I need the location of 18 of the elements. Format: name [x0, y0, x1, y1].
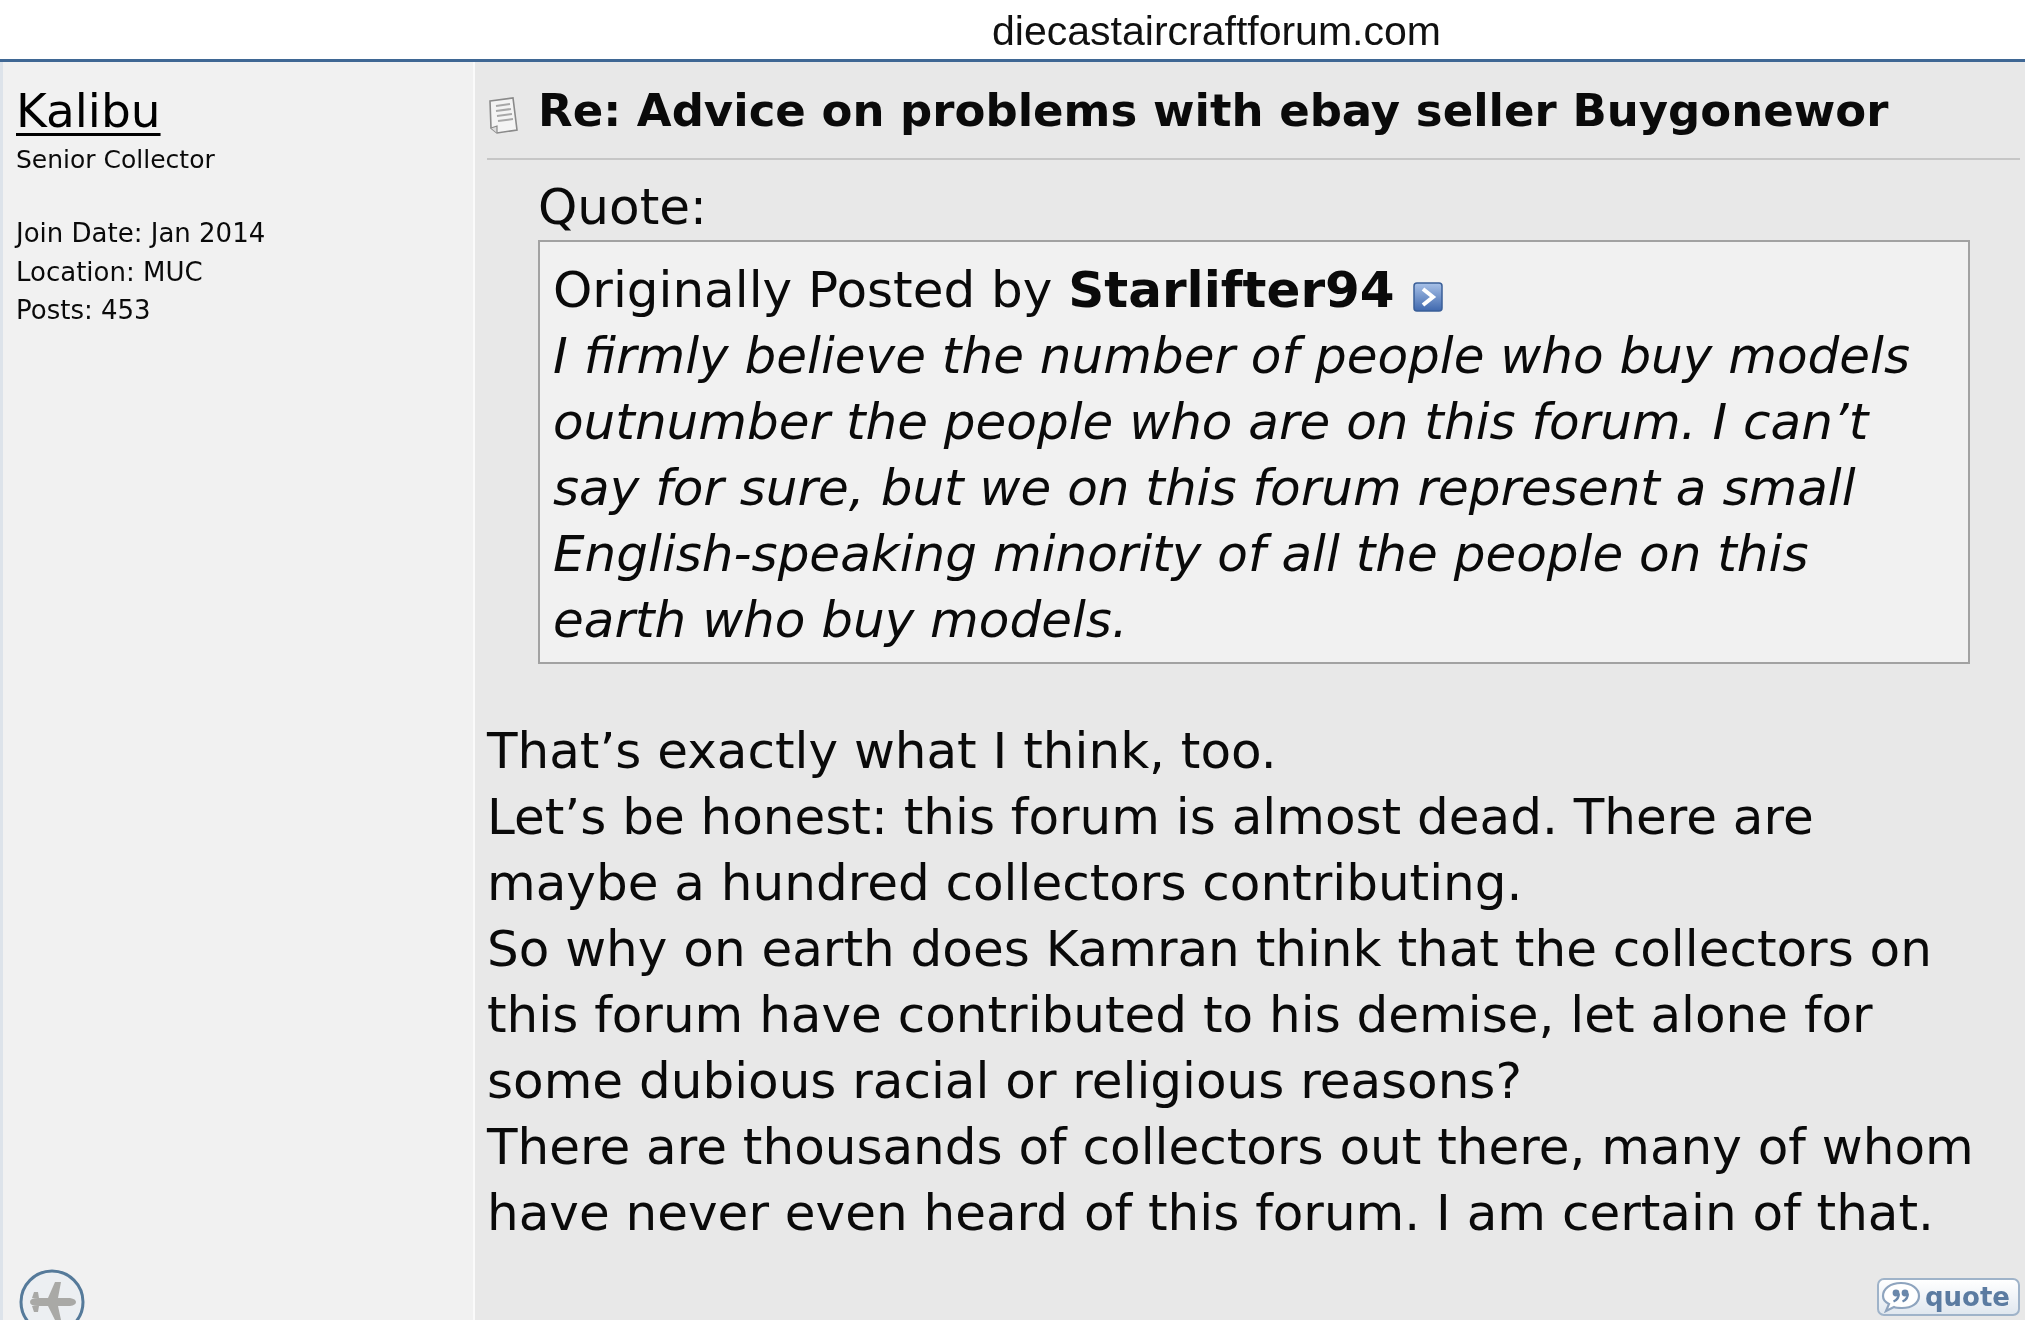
- member-detail: Posts: 453: [16, 294, 151, 327]
- quote-label: Quote:: [538, 177, 707, 238]
- quote-button[interactable]: quote: [1876, 1278, 2020, 1316]
- chevron-icon[interactable]: [1412, 282, 1443, 312]
- post-paragraph: That’s exactly what I think, too.: [487, 721, 1277, 782]
- post-paragraph: Let’s be honest: this forum is almost dead. There are maybe a hundred collectors contributing.: [487, 787, 1814, 914]
- speech-bubble-icon: [1880, 1281, 1921, 1313]
- quoted-message: I firmly believe the number of people who buy models outnumber the people who are on this forum. I can’t say for sure, but we on this forum represent a small English-speaking minority of all the people on this earth who buy models.: [553, 326, 1912, 651]
- member-detail: Join Date: Jan 2014: [16, 217, 266, 250]
- document-icon: [487, 94, 521, 136]
- post-paragraph: There are thousands of collectors out there, many of whom have never even heard of this forum. I am certain of that.: [487, 1117, 1974, 1244]
- site-url[interactable]: diecastaircraftforum.com: [992, 5, 1441, 56]
- member-detail: Location: MUC: [16, 255, 203, 289]
- post-title: Re: Advice on problems with ebay seller Buygonewor: [538, 83, 1889, 139]
- user-rank: Senior Collector: [16, 144, 215, 176]
- post-paragraph: So why on earth does Kamran think that the collectors on this forum have contributed to his demise, let alone for some dubious racial or religious reasons?: [487, 919, 1932, 1112]
- username-link[interactable]: Kalibu: [16, 83, 161, 139]
- quote-attribution: Originally Posted by Starlifter94: [553, 260, 1395, 321]
